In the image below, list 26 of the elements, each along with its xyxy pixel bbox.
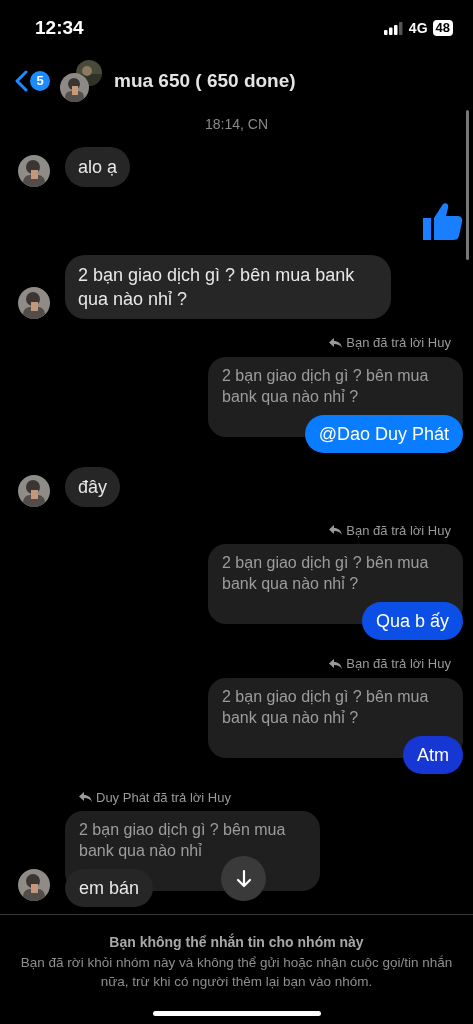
arrow-down-icon [234,868,253,889]
message-bubble: @Dao Duy Phát [304,414,463,453]
reply-label: Bạn đã trả lời Huy [346,334,451,352]
message-bubble: đây [65,466,121,507]
unread-badge: 5 [30,71,50,91]
reply-icon [329,337,343,348]
message-bubble: 2 bạn giao dịch gì ? bên mua bank qua nào nhỉ ? [65,255,391,319]
reply-label: Bạn đã trả lời Huy [346,655,451,673]
battery-indicator: 48 [432,20,453,36]
reply-label: Duy Phát đã trả lời Huy [96,788,231,807]
timestamp: 18:14, CN [204,115,268,134]
reply-icon [329,525,343,536]
notice-text: Bạn đã rời khỏi nhóm này và không thể gửi hoặc nhận cuộc gọi/tin nhắn nữa, trừ khi có người thêm lại bạn vào nhóm. [20,954,453,991]
message-bubble: Qua b ấy [361,602,463,640]
reply-icon [79,792,92,803]
reply-label: Bạn đã trả lời Huy [346,521,451,540]
status-time: 12:34 [35,15,84,40]
message-bubble: alo ạ [65,147,131,187]
reply-icon [329,658,343,669]
signal-icon [383,21,404,35]
notice-title: Bạn không thể nhắn tin cho nhóm này [109,932,364,952]
message-bubble: em bán [65,869,154,907]
back-icon[interactable] [14,70,28,92]
thumbs-up-icon [421,201,463,241]
network-label: 4G [408,18,428,38]
chat-title[interactable]: mua 650 ( 650 done) [114,66,296,96]
